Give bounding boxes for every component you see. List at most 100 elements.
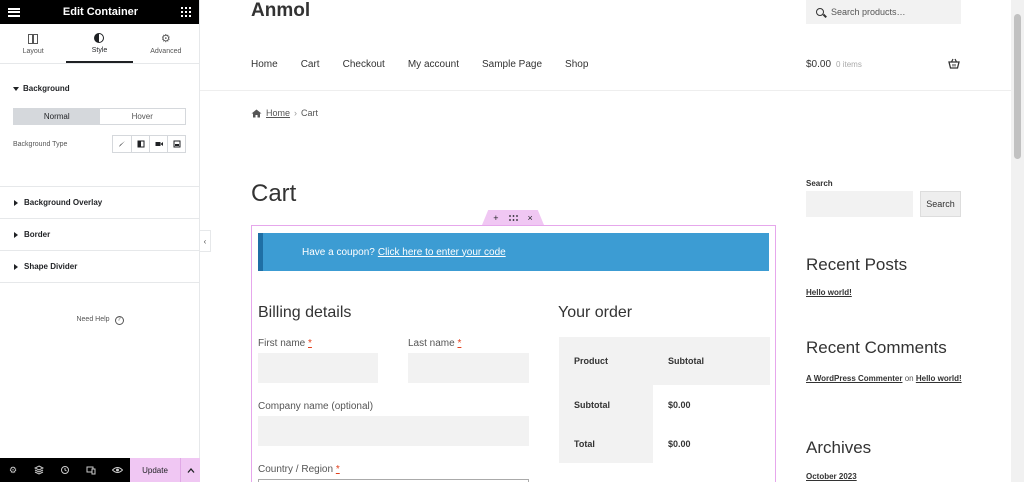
subtotal-column-header: Subtotal (653, 337, 770, 385)
gradient-icon[interactable] (131, 136, 149, 152)
state-toggle: Normal Hover (13, 108, 186, 125)
comment-on-text: on (904, 374, 914, 383)
video-icon[interactable] (149, 136, 167, 152)
delete-container-close-icon[interactable]: × (528, 213, 533, 223)
site-preview: Anmol Search products… Home Cart Checkou… (200, 0, 1011, 482)
section-title: Border (24, 230, 51, 239)
total-value: $0.00 (653, 425, 770, 463)
scrollbar-thumb[interactable] (1014, 14, 1021, 159)
primary-nav: Home Cart Checkout My account Sample Pag… (251, 59, 611, 70)
site-title[interactable]: Anmol (251, 0, 310, 22)
tab-advanced[interactable]: ⚙ Advanced (133, 24, 199, 63)
cart-amount: $0.00 (806, 59, 832, 70)
update-button[interactable]: Update (130, 458, 180, 482)
panel-header: Edit Container (0, 0, 199, 24)
brush-icon[interactable] (113, 136, 131, 152)
archive-link[interactable]: October 2023 (806, 472, 857, 481)
panel-title: Edit Container (62, 6, 139, 18)
drag-handle-icon[interactable] (508, 213, 518, 223)
hamburger-menu-icon[interactable] (8, 7, 20, 17)
breadcrumb-home-link[interactable]: Home (266, 108, 290, 118)
background-section-header[interactable]: Background (13, 84, 186, 93)
coupon-link[interactable]: Click here to enter your code (378, 247, 506, 258)
last-name-label: Last name * (408, 338, 461, 349)
table-row: Product Subtotal (559, 337, 770, 385)
caret-right-icon (14, 231, 18, 238)
panel-tabs: Layout Style ⚙ Advanced (0, 24, 199, 64)
background-type-label: Background Type (13, 140, 68, 148)
add-element-icon[interactable]: + (493, 213, 498, 223)
page-scrollbar[interactable] (1011, 0, 1024, 482)
required-mark: * (457, 338, 462, 349)
nav-home[interactable]: Home (251, 59, 278, 70)
comment-post-link[interactable]: Hello world! (916, 374, 962, 383)
recent-post-link[interactable]: Hello world! (806, 288, 852, 297)
header-cart-link[interactable]: $0.00 0 items (806, 59, 862, 70)
header-divider (200, 90, 1011, 91)
sidebar-search-button[interactable]: Search (920, 191, 961, 217)
state-hover-button[interactable]: Hover (100, 109, 186, 124)
company-label: Company name (optional) (258, 401, 374, 412)
need-help-link[interactable]: Need Help ? (0, 316, 200, 325)
order-heading: Your order (558, 304, 633, 321)
shape-divider-section[interactable]: Shape Divider (0, 251, 199, 283)
country-label: Country / Region * (258, 464, 340, 475)
archives-title: Archives (806, 438, 872, 457)
product-search-input[interactable]: Search products… (806, 0, 961, 24)
nav-my-account[interactable]: My account (408, 59, 459, 70)
layers-icon[interactable] (26, 458, 52, 482)
tab-layout[interactable]: Layout (0, 24, 66, 63)
page-title: Cart (251, 180, 297, 207)
need-help-label: Need Help (76, 316, 110, 323)
tab-layout-label: Layout (22, 47, 44, 55)
preview-eye-icon[interactable] (104, 458, 130, 482)
history-icon[interactable] (52, 458, 78, 482)
first-name-field[interactable] (258, 353, 378, 383)
nav-cart[interactable]: Cart (301, 59, 320, 70)
first-name-label-text: First name (258, 338, 306, 349)
nav-shop[interactable]: Shop (565, 59, 588, 70)
breadcrumb-current: Cart (301, 108, 319, 118)
subtotal-value: $0.00 (653, 385, 770, 425)
required-mark: * (308, 338, 312, 349)
sidebar-search-label: Search (806, 179, 833, 188)
table-row: Total $0.00 (559, 425, 770, 463)
total-label: Total (559, 425, 653, 463)
border-section[interactable]: Border (0, 219, 199, 251)
recent-posts-title: Recent Posts (806, 255, 908, 274)
nav-checkout[interactable]: Checkout (343, 59, 385, 70)
slideshow-icon[interactable] (167, 136, 185, 152)
responsive-icon[interactable] (78, 458, 104, 482)
section-title: Background Overlay (24, 198, 103, 207)
style-contrast-icon (94, 32, 105, 43)
order-table: Product Subtotal Subtotal $0.00 Total $0… (559, 337, 770, 463)
caret-right-icon (14, 263, 18, 270)
settings-gear-icon[interactable]: ⚙ (0, 458, 26, 482)
table-row: Subtotal $0.00 (559, 385, 770, 425)
coupon-text: Have a coupon? (302, 246, 375, 258)
commenter-link[interactable]: A WordPress Commenter (806, 374, 902, 383)
basket-icon[interactable] (948, 58, 960, 70)
background-type-row: Background Type (13, 135, 186, 153)
state-normal-button[interactable]: Normal (14, 109, 100, 124)
cart-items-count: 0 items (836, 60, 862, 69)
update-options-chevron-up-icon[interactable] (180, 458, 200, 482)
sidebar-search-input[interactable] (806, 191, 913, 217)
caret-right-icon (14, 199, 18, 206)
nav-sample-page[interactable]: Sample Page (482, 59, 542, 70)
tab-style[interactable]: Style (66, 24, 133, 63)
background-overlay-section[interactable]: Background Overlay (0, 187, 199, 219)
container-handle: + × (482, 210, 544, 225)
product-column-header: Product (559, 337, 653, 385)
country-label-text: Country / Region (258, 464, 334, 475)
selected-container[interactable]: Have a coupon? Click here to enter your … (251, 225, 776, 482)
background-type-options (112, 135, 186, 153)
widgets-grid-icon[interactable] (180, 7, 191, 17)
tab-style-label: Style (91, 46, 108, 54)
caret-down-icon (13, 86, 19, 91)
last-name-field[interactable] (408, 353, 529, 383)
background-section-title: Background (23, 84, 70, 93)
company-field[interactable] (258, 416, 529, 446)
layout-icon (28, 33, 39, 44)
recent-comment: A WordPress Commenter on Hello world! (806, 370, 966, 387)
